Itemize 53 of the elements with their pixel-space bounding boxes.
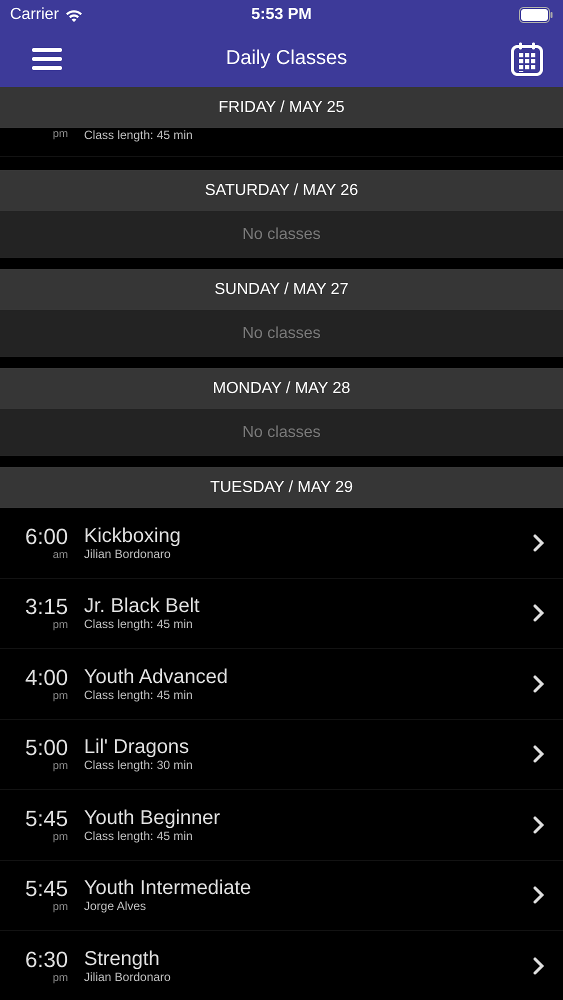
- chevron-right-icon: [533, 745, 545, 764]
- screen-title: Daily Classes: [226, 47, 348, 70]
- day-header: TUESDAY / MAY 29: [0, 467, 563, 508]
- class-detail: Class length: 45 min: [84, 128, 194, 142]
- chevron-right-icon: [533, 604, 545, 622]
- time-period: pm: [52, 690, 68, 702]
- time-period: pm: [52, 760, 68, 772]
- day-header: SUNDAY / MAY 27: [0, 269, 563, 310]
- class-time: 3:15: [25, 595, 68, 620]
- class-time: 5:45: [25, 877, 68, 902]
- chevron-right-icon: [533, 674, 545, 693]
- time-period: pm: [52, 830, 68, 843]
- day-header: MONDAY / MAY 28: [0, 368, 563, 409]
- empty-message: No classes: [0, 310, 563, 357]
- calendar-button[interactable]: [511, 42, 543, 76]
- day-header: SATURDAY / MAY 26: [0, 170, 563, 211]
- empty-message: No classes: [0, 211, 563, 258]
- class-detail: Class length: 45 min: [84, 828, 194, 843]
- carrier-label: Carrier: [10, 6, 59, 24]
- class-name: Youth Intermediate: [84, 877, 252, 900]
- class-time: 5:45: [25, 806, 68, 831]
- class-detail: Jilian Bordonaro: [84, 546, 172, 561]
- status-time: 5:53 PM: [251, 6, 312, 24]
- battery-icon: [519, 7, 553, 23]
- class-time: 4:00: [25, 666, 68, 690]
- class-name: Jr. Black Belt: [84, 595, 201, 618]
- time-period: pm: [52, 128, 68, 140]
- menu-button[interactable]: [32, 48, 62, 70]
- class-detail: Jilian Bordonaro: [84, 970, 172, 984]
- class-name: Strength: [84, 948, 161, 970]
- wifi-icon: [64, 8, 83, 22]
- class-detail: Class length: 45 min: [84, 688, 194, 702]
- time-period: am: [52, 548, 68, 561]
- class-name: Youth Beginner: [84, 806, 222, 829]
- empty-message: No classes: [0, 409, 563, 456]
- chevron-right-icon: [533, 534, 545, 552]
- chevron-right-icon: [533, 956, 545, 975]
- class-name: Youth Advanced: [84, 666, 229, 688]
- chevron-right-icon: [533, 886, 545, 904]
- chevron-right-icon: [533, 816, 545, 834]
- class-name: Lil' Dragons: [84, 736, 190, 758]
- class-row[interactable]: pm Class length: 45 min: [0, 128, 563, 157]
- time-period: pm: [52, 619, 68, 632]
- time-period: pm: [52, 972, 68, 984]
- class-time: 5:00: [25, 736, 68, 760]
- class-time: 6:30: [25, 948, 68, 972]
- class-name: Kickboxing: [84, 524, 182, 547]
- class-detail: Jorge Alves: [84, 899, 148, 914]
- time-period: pm: [52, 901, 68, 914]
- class-detail: Class length: 30 min: [84, 758, 194, 772]
- day-header: FRIDAY / MAY 25: [0, 87, 563, 128]
- class-time: 6:00: [25, 524, 68, 549]
- class-detail: Class length: 45 min: [84, 617, 194, 632]
